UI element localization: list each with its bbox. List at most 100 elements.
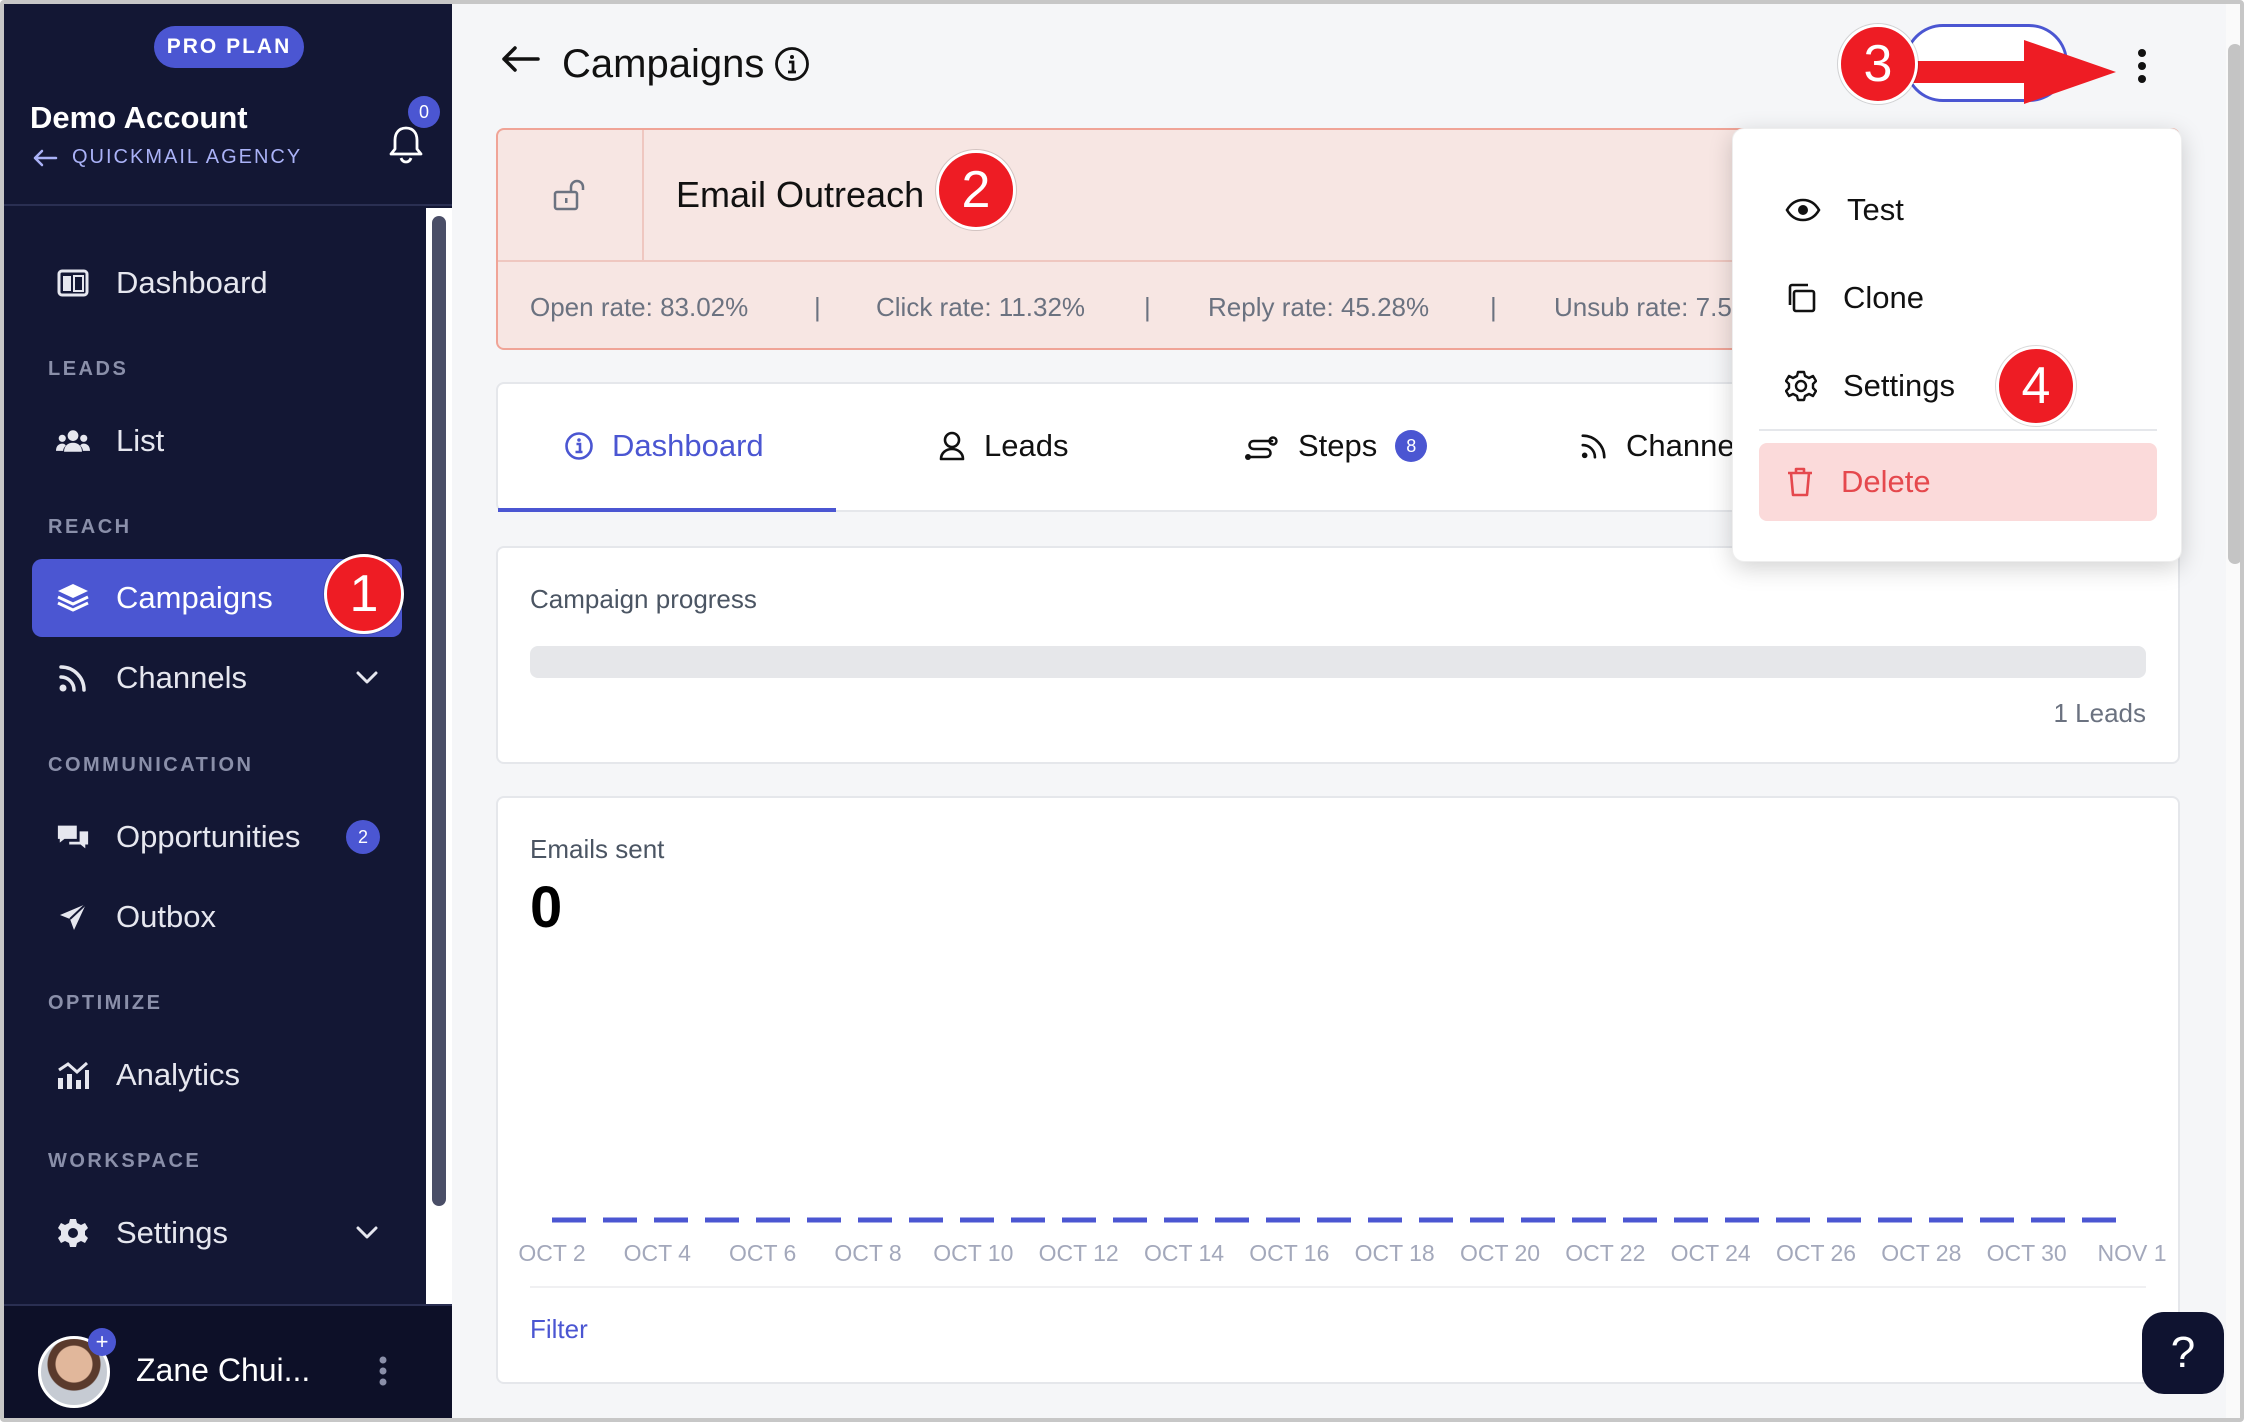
back-arrow-icon[interactable] — [500, 44, 540, 74]
steps-count-badge: 8 — [1395, 430, 1428, 462]
tab-dashboard[interactable]: Dashboard — [564, 428, 764, 464]
sidebar-item-analytics[interactable]: Analytics — [32, 1036, 402, 1114]
sidebar-item-settings[interactable]: Settings — [32, 1194, 402, 1272]
click-rate: Click rate: 11.32% — [876, 292, 1086, 322]
dashboard-icon — [56, 266, 90, 300]
campaign-actions-menu: Test Clone Settings Delete — [1732, 128, 2182, 562]
sidebar-item-channels[interactable]: Channels — [32, 639, 402, 717]
tab-label: Steps — [1298, 428, 1378, 463]
rss-icon — [56, 661, 90, 695]
open-rate: Open rate: 83.02% — [530, 292, 749, 322]
chat-bubbles-icon — [56, 820, 90, 854]
tab-label: Leads — [984, 428, 1069, 463]
user-name[interactable]: Zane Chui... — [136, 1352, 310, 1389]
active-tab-indicator — [498, 508, 836, 512]
stat-separator: | — [814, 292, 821, 322]
x-tick-label: OCT 28 — [1881, 1240, 1961, 1266]
filter-link[interactable]: Filter — [530, 1314, 588, 1345]
menu-item-clone[interactable]: Clone — [1759, 259, 2157, 337]
plan-badge: PRO PLAN — [154, 26, 304, 68]
campaign-name[interactable]: Email Outreach — [676, 174, 924, 216]
lock-toggle[interactable] — [498, 130, 644, 260]
tab-label: Dashboard — [612, 428, 764, 463]
tab-channels[interactable]: Channe — [1580, 428, 1735, 464]
sidebar-item-dashboard[interactable]: Dashboard — [32, 244, 402, 322]
campaign-progress-card: Campaign progress 1 Leads — [496, 546, 2180, 764]
annotation-marker-3: 3 — [1838, 24, 1918, 104]
divider — [530, 1286, 2146, 1288]
annotation-marker-1: 1 — [324, 554, 404, 634]
info-icon[interactable] — [774, 46, 810, 82]
kebab-menu-icon[interactable] — [378, 1356, 388, 1386]
avatar-add-icon[interactable]: + — [88, 1328, 116, 1356]
paper-plane-icon — [56, 900, 90, 934]
agency-name: QUICKMAIL AGENCY — [72, 146, 303, 168]
sidebar-scrollbar[interactable] — [432, 216, 446, 1206]
eye-icon — [1785, 198, 1821, 222]
chevron-down-icon — [356, 1226, 378, 1239]
menu-item-delete[interactable]: Delete — [1759, 443, 2157, 521]
page-scrollbar[interactable] — [2228, 44, 2240, 564]
x-tick-label: OCT 14 — [1144, 1240, 1224, 1266]
bell-icon[interactable] — [384, 122, 428, 166]
unlock-icon — [553, 179, 585, 211]
sidebar-item-list[interactable]: List — [32, 402, 402, 480]
x-tick-label: OCT 20 — [1460, 1240, 1540, 1266]
route-icon — [1245, 436, 1278, 460]
sidebar: PRO PLAN Demo Account QUICKMAIL AGENCY 0… — [4, 4, 452, 1418]
gear-icon — [56, 1216, 90, 1250]
account-name[interactable]: Demo Account — [30, 100, 248, 136]
section-label-leads: LEADS — [48, 358, 129, 380]
emails-sent-card: Emails sent 0 OCT 2 OCT 4 OCT 6 OCT 8 OCT 10… — [496, 796, 2180, 1384]
help-button[interactable]: ? — [2142, 1312, 2224, 1394]
sidebar-item-label: Opportunities — [116, 819, 301, 854]
progress-bar — [530, 646, 2146, 678]
sidebar-item-label: Analytics — [116, 1057, 241, 1092]
menu-item-test[interactable]: Test — [1759, 171, 2157, 249]
page-title: Campaigns — [562, 42, 765, 86]
x-tick-label: OCT 2 — [518, 1240, 585, 1266]
info-icon — [565, 432, 593, 460]
sidebar-item-label: Dashboard — [116, 265, 268, 300]
menu-item-label: Test — [1847, 192, 1904, 227]
x-tick-label: OCT 30 — [1987, 1240, 2067, 1266]
x-tick-label: OCT 4 — [624, 1240, 692, 1266]
emails-sent-chart: OCT 2 OCT 4 OCT 6 OCT 8 OCT 10 OCT 12 OCT 14 OC… — [518, 1217, 2167, 1266]
x-tick-label: OCT 10 — [933, 1240, 1013, 1266]
kebab-menu-icon[interactable] — [2136, 48, 2148, 84]
menu-item-settings[interactable]: Settings — [1759, 347, 2157, 425]
tab-label: Channe — [1626, 428, 1735, 463]
x-tick-label: OCT 6 — [729, 1240, 796, 1266]
arrow-left-icon — [33, 149, 58, 166]
section-label-communication: COMMUNICATION — [48, 754, 254, 776]
reply-rate: Reply rate: 45.28% — [1208, 292, 1430, 322]
stat-separator: | — [1144, 292, 1151, 322]
progress-label: Campaign progress — [530, 584, 757, 614]
x-tick-label: NOV 1 — [2097, 1240, 2166, 1266]
x-tick-label: OCT 26 — [1776, 1240, 1856, 1266]
notification-count-badge: 0 — [408, 96, 440, 128]
x-tick-label: OCT 16 — [1249, 1240, 1329, 1266]
chevron-down-icon — [356, 671, 378, 684]
stat-separator: | — [1490, 292, 1497, 322]
annotation-arrow — [1884, 40, 2116, 104]
sidebar-item-label: Campaigns — [116, 580, 273, 615]
sidebar-item-opportunities[interactable]: Opportunities 2 — [32, 798, 402, 876]
sidebar-item-label: Outbox — [116, 899, 216, 934]
analytics-icon — [56, 1058, 90, 1092]
user-icon — [939, 431, 965, 461]
section-label-workspace: WORKSPACE — [48, 1150, 202, 1172]
users-icon — [56, 424, 90, 458]
unsub-rate: Unsub rate: 7.5 — [1554, 292, 1732, 322]
gear-icon — [1785, 370, 1817, 402]
x-tick-label: OCT 18 — [1355, 1240, 1435, 1266]
user-footer: + Zane Chui... — [4, 1304, 452, 1418]
tab-leads[interactable]: Leads — [938, 428, 1068, 464]
sidebar-item-outbox[interactable]: Outbox — [32, 878, 402, 956]
tab-steps[interactable]: Steps 8 — [1242, 428, 1428, 464]
x-tick-label: OCT 8 — [834, 1240, 901, 1266]
menu-item-label: Clone — [1843, 280, 1924, 315]
x-tick-label: OCT 12 — [1039, 1240, 1119, 1266]
agency-back-link[interactable]: QUICKMAIL AGENCY — [32, 146, 302, 169]
layers-icon — [56, 581, 90, 615]
